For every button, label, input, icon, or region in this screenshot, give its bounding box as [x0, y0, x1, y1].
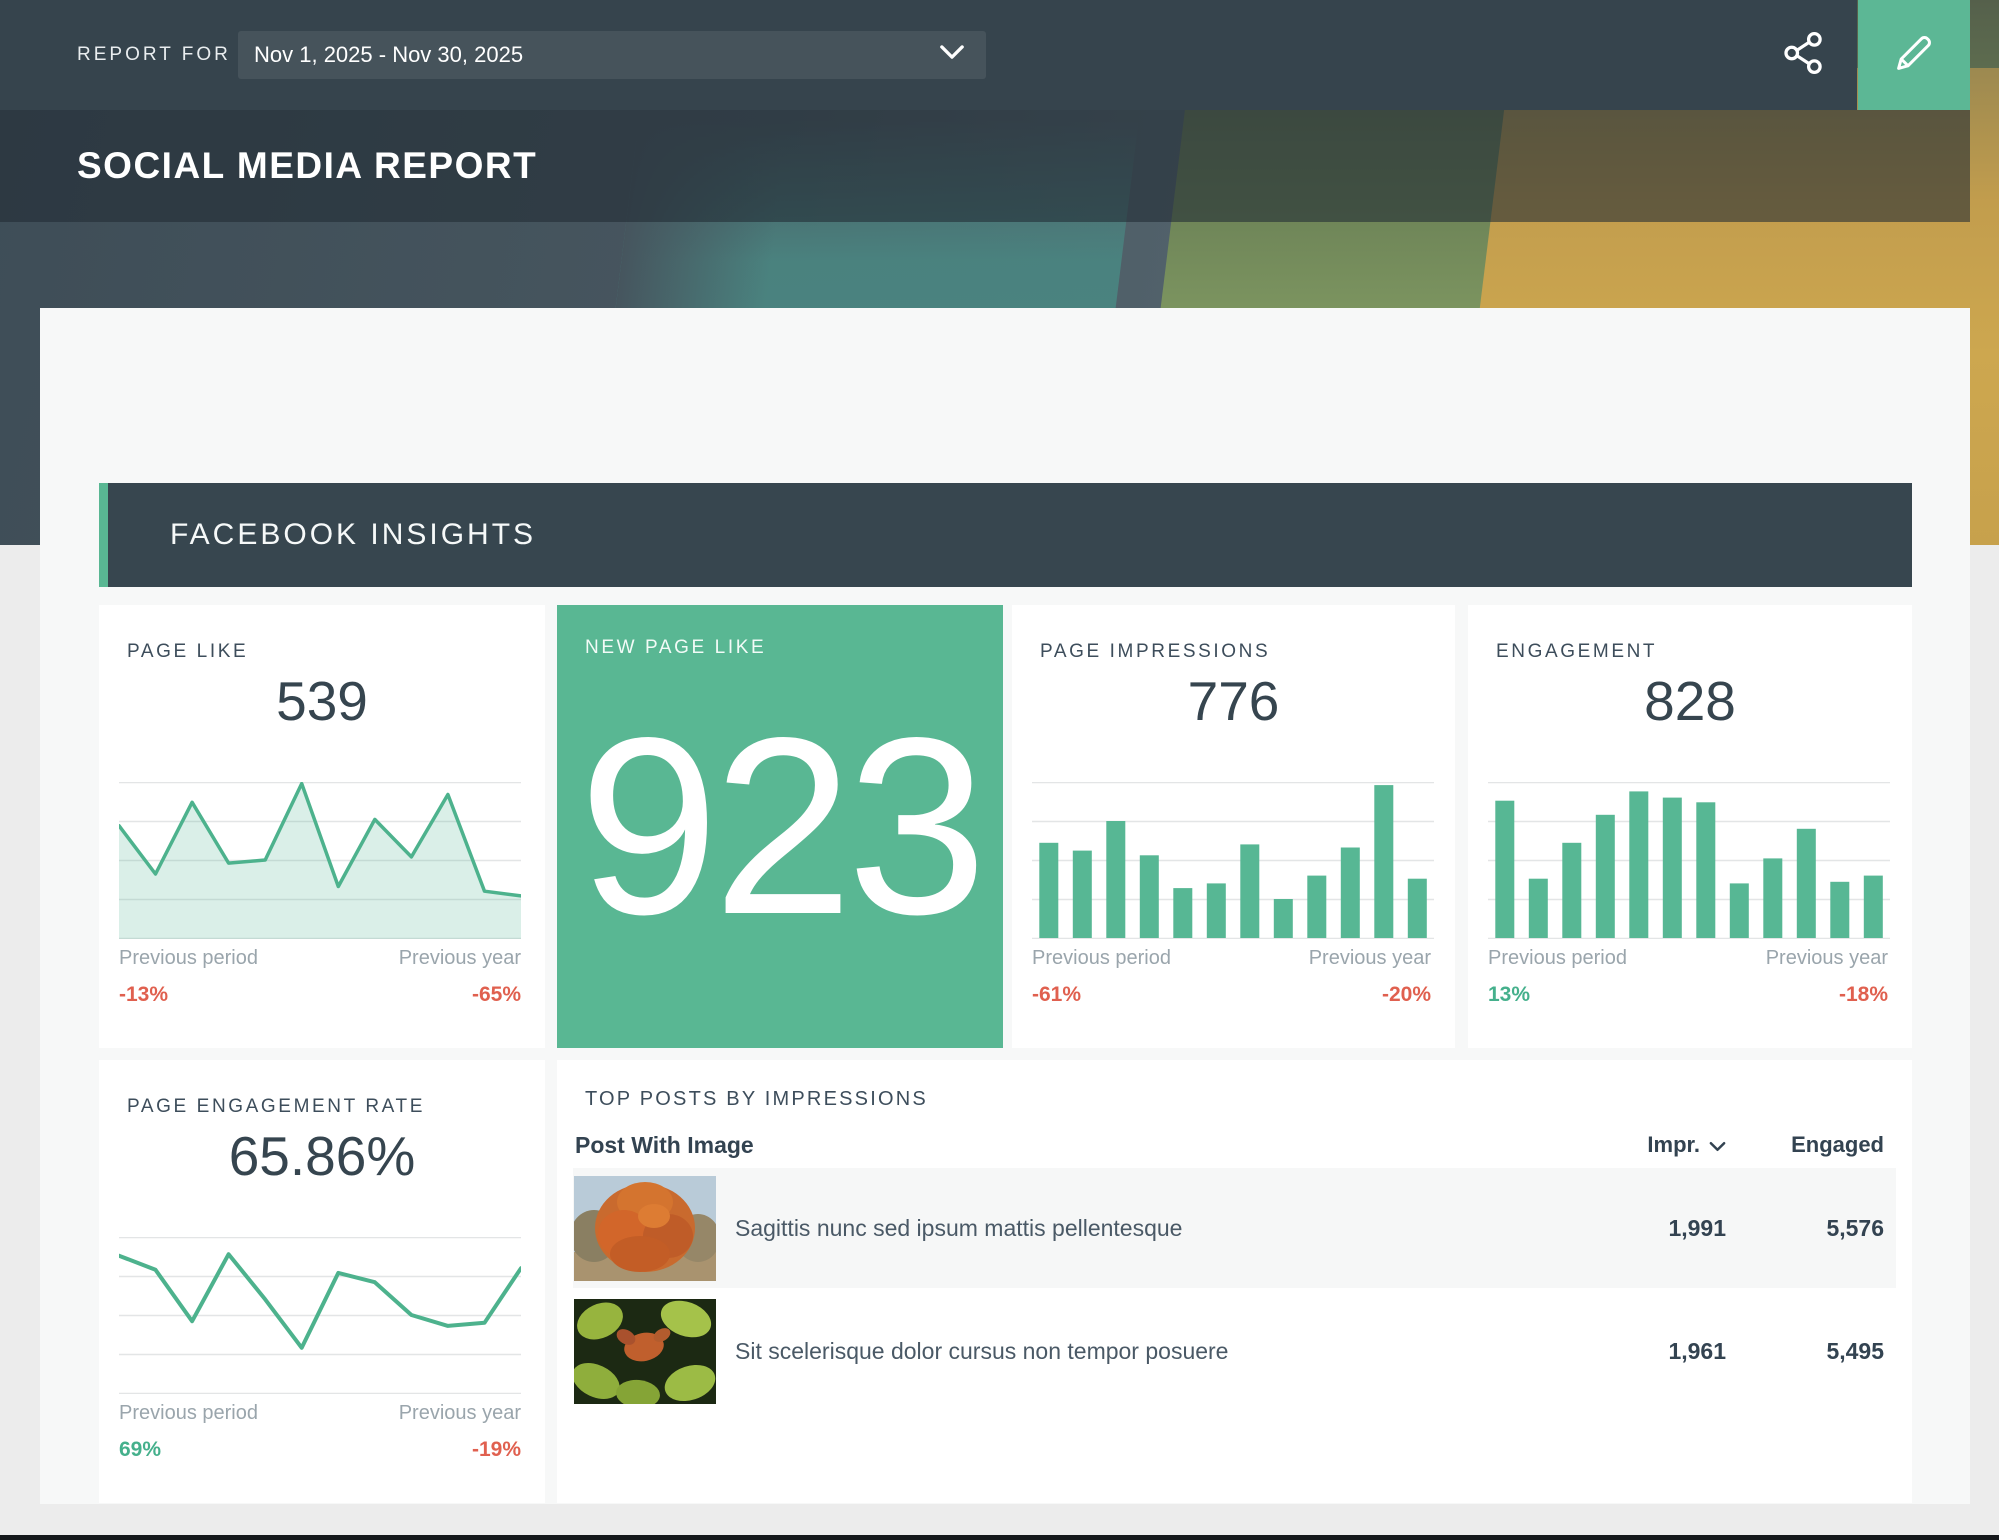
metric-value: 539: [99, 669, 545, 733]
page-header: SOCIAL MEDIA REPORT: [0, 110, 1970, 222]
share-button[interactable]: [1758, 0, 1850, 110]
metric-title: PAGE IMPRESSIONS: [1040, 641, 1270, 663]
report-page: REPORT FOR Nov 1, 2025 - Nov 30, 2025 SO…: [0, 0, 1999, 1540]
metric-card-page-engagement-rate: PAGE ENGAGEMENT RATE 65.86% Previous per…: [99, 1060, 545, 1503]
previous-year-change: -20%: [1382, 983, 1431, 1007]
page-title: SOCIAL MEDIA REPORT: [77, 145, 537, 187]
metric-value: 828: [1468, 669, 1912, 733]
previous-period-label: Previous period: [119, 1402, 258, 1425]
previous-period-change: -61%: [1032, 983, 1081, 1007]
report-body: FACEBOOK INSIGHTS PAGE LIKE 539 Previous…: [40, 308, 1970, 1504]
column-header-engaged: Engaged: [1726, 1132, 1884, 1158]
post-text: Sagittis nunc sed ipsum mattis pellentes…: [735, 1215, 1566, 1242]
column-header-impressions-label: Impr.: [1647, 1132, 1700, 1158]
page-impressions-bar-chart: [1032, 782, 1434, 939]
previous-period-change: 13%: [1488, 983, 1530, 1007]
post-thumbnail-autumn-tree: [574, 1176, 716, 1281]
previous-period-label: Previous period: [119, 947, 258, 970]
previous-year-label: Previous year: [399, 1402, 521, 1425]
metric-card-page-impressions: PAGE IMPRESSIONS 776 Previous period Pre…: [1012, 605, 1455, 1048]
previous-year-change: -18%: [1839, 983, 1888, 1007]
metric-card-new-page-like: NEW PAGE LIKE 923: [557, 605, 1003, 1048]
table-header-row: Post With Image Impr. Engaged: [573, 1125, 1896, 1165]
table-row: Sit scelerisque dolor cursus non tempor …: [573, 1290, 1896, 1412]
column-header-impressions-sort[interactable]: Impr.: [1566, 1132, 1726, 1158]
previous-period-label: Previous period: [1488, 947, 1627, 970]
pencil-icon: [1890, 29, 1938, 82]
engagement-bar-chart: [1488, 782, 1890, 939]
chevron-down-icon: [940, 45, 964, 65]
previous-year-change: -19%: [472, 1438, 521, 1462]
edit-report-button[interactable]: [1858, 0, 1970, 110]
report-for-label: REPORT FOR: [77, 0, 231, 110]
previous-period-change: 69%: [119, 1438, 161, 1462]
top-posts-card: TOP POSTS BY IMPRESSIONS Post With Image…: [557, 1060, 1912, 1503]
toolbar: REPORT FOR Nov 1, 2025 - Nov 30, 2025: [0, 0, 1857, 110]
metric-title: ENGAGEMENT: [1496, 641, 1657, 663]
metric-title: PAGE LIKE: [127, 641, 248, 663]
previous-year-label: Previous year: [1766, 947, 1888, 970]
previous-year-label: Previous year: [399, 947, 521, 970]
page-like-area-chart: [119, 782, 521, 939]
previous-year-label: Previous year: [1309, 947, 1431, 970]
column-header-post: Post With Image: [575, 1132, 1566, 1159]
window-bottom-edge: [0, 1535, 1999, 1540]
metric-card-page-like: PAGE LIKE 539 Previous period Previous y…: [99, 605, 545, 1048]
post-engaged: 5,495: [1726, 1338, 1884, 1365]
post-impressions: 1,961: [1566, 1338, 1726, 1365]
chevron-down-icon: [1709, 1132, 1726, 1158]
post-thumbnail-green-leaves: [574, 1299, 716, 1404]
metric-card-engagement: ENGAGEMENT 828 Previous period Previous …: [1468, 605, 1912, 1048]
previous-period-label: Previous period: [1032, 947, 1171, 970]
post-engaged: 5,576: [1726, 1215, 1884, 1242]
post-impressions: 1,991: [1566, 1215, 1726, 1242]
table-row: Sagittis nunc sed ipsum mattis pellentes…: [573, 1168, 1896, 1288]
metric-value: 923: [557, 701, 1003, 953]
top-posts-title: TOP POSTS BY IMPRESSIONS: [585, 1088, 928, 1111]
section-title: FACEBOOK INSIGHTS: [170, 518, 536, 552]
metric-value: 776: [1012, 669, 1455, 733]
post-text: Sit scelerisque dolor cursus non tempor …: [735, 1338, 1566, 1365]
metric-value: 65.86%: [99, 1124, 545, 1188]
date-range-dropdown[interactable]: Nov 1, 2025 - Nov 30, 2025: [238, 31, 986, 79]
date-range-value: Nov 1, 2025 - Nov 30, 2025: [254, 42, 940, 68]
metric-title: NEW PAGE LIKE: [585, 637, 766, 659]
share-icon: [1781, 30, 1827, 81]
metric-title: PAGE ENGAGEMENT RATE: [127, 1096, 425, 1118]
section-header-facebook-insights: FACEBOOK INSIGHTS: [99, 483, 1912, 587]
previous-period-change: -13%: [119, 983, 168, 1007]
previous-year-change: -65%: [472, 983, 521, 1007]
engagement-rate-line-chart: [119, 1237, 521, 1394]
